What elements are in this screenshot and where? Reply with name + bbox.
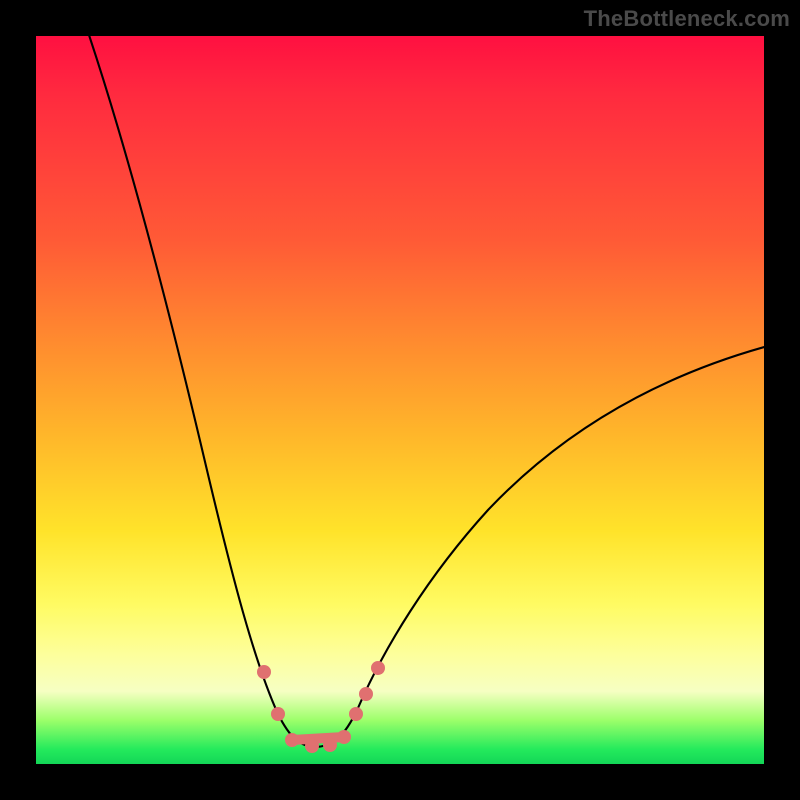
curve-marker [305,739,319,753]
watermark-text: TheBottleneck.com [584,6,790,32]
curve-marker [371,661,385,675]
curve-right-branch [314,346,764,747]
curve-marker [349,707,363,721]
bottleneck-curve-svg [36,36,764,764]
curve-marker [285,733,299,747]
plot-area [36,36,764,764]
curve-marker [257,665,271,679]
curve-marker [337,730,351,744]
curve-marker [359,687,373,701]
curve-marker [323,738,337,752]
curve-marker [271,707,285,721]
curve-left-branch [88,36,314,747]
marker-connector [292,737,344,740]
